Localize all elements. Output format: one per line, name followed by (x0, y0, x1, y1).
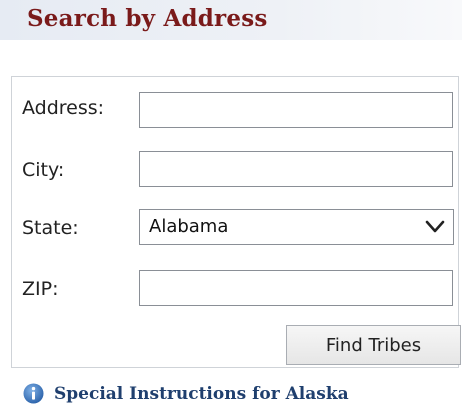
state-select[interactable]: Alabama (139, 209, 454, 245)
city-label: City: (22, 159, 65, 181)
info-icon (23, 383, 44, 404)
city-input[interactable] (139, 151, 453, 187)
state-select-value: Alabama (149, 216, 229, 237)
alaska-instructions-link[interactable]: Special Instructions for Alaska (23, 383, 349, 404)
page-title: Search by Address (27, 5, 268, 32)
search-form-panel: Address: City: State: Alabama ZIP: Find … (11, 76, 461, 368)
zip-input[interactable] (139, 270, 453, 306)
address-input[interactable] (139, 92, 453, 128)
alaska-link-text[interactable]: Special Instructions for Alaska (54, 384, 349, 404)
state-label: State: (22, 217, 79, 239)
chevron-down-icon (425, 220, 445, 233)
address-label: Address: (22, 97, 105, 119)
find-tribes-button[interactable]: Find Tribes (286, 325, 461, 365)
zip-label: ZIP: (22, 278, 59, 300)
header-band: Search by Address (0, 0, 462, 40)
